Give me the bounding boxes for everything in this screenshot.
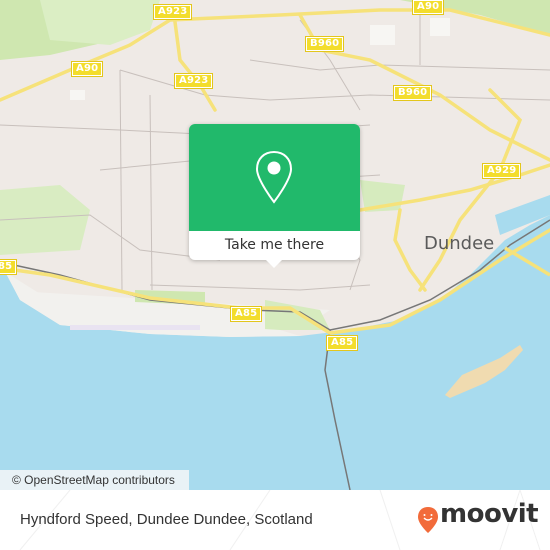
road-shield-a85: A85 — [229, 306, 263, 322]
road-shield-a923: A923 — [152, 4, 193, 20]
footer-bar: Hyndford Speed, Dundee Dundee, Scotland … — [0, 490, 550, 550]
osm-attribution[interactable]: © OpenStreetMap contributors — [0, 470, 189, 490]
popup-pointer — [266, 260, 282, 268]
road-shield-a923: A923 — [173, 73, 214, 89]
location-address: Hyndford Speed, Dundee Dundee, Scotland — [20, 511, 313, 528]
road-shield-b960: B960 — [304, 36, 345, 52]
map-pin-icon — [255, 150, 293, 204]
road-shield-b960: B960 — [392, 85, 433, 101]
moovit-logo-text: moovit — [440, 499, 539, 529]
road-shield-a929: A929 — [481, 163, 522, 179]
road-shield-a90: A90 — [411, 0, 445, 15]
take-me-there-button[interactable]: Take me there — [189, 231, 360, 260]
road-shield-a85: A85 — [0, 259, 18, 275]
popup-header — [189, 124, 360, 231]
map-view[interactable]: A923 A90 A90 A923 B960 B960 A929 A85 A85… — [0, 0, 550, 490]
location-popup: Take me there — [189, 124, 360, 268]
moovit-logo-icon — [418, 507, 438, 533]
road-shield-a85: A85 — [325, 335, 359, 351]
city-label-dundee: Dundee — [424, 233, 495, 254]
road-shield-a90: A90 — [70, 61, 104, 77]
